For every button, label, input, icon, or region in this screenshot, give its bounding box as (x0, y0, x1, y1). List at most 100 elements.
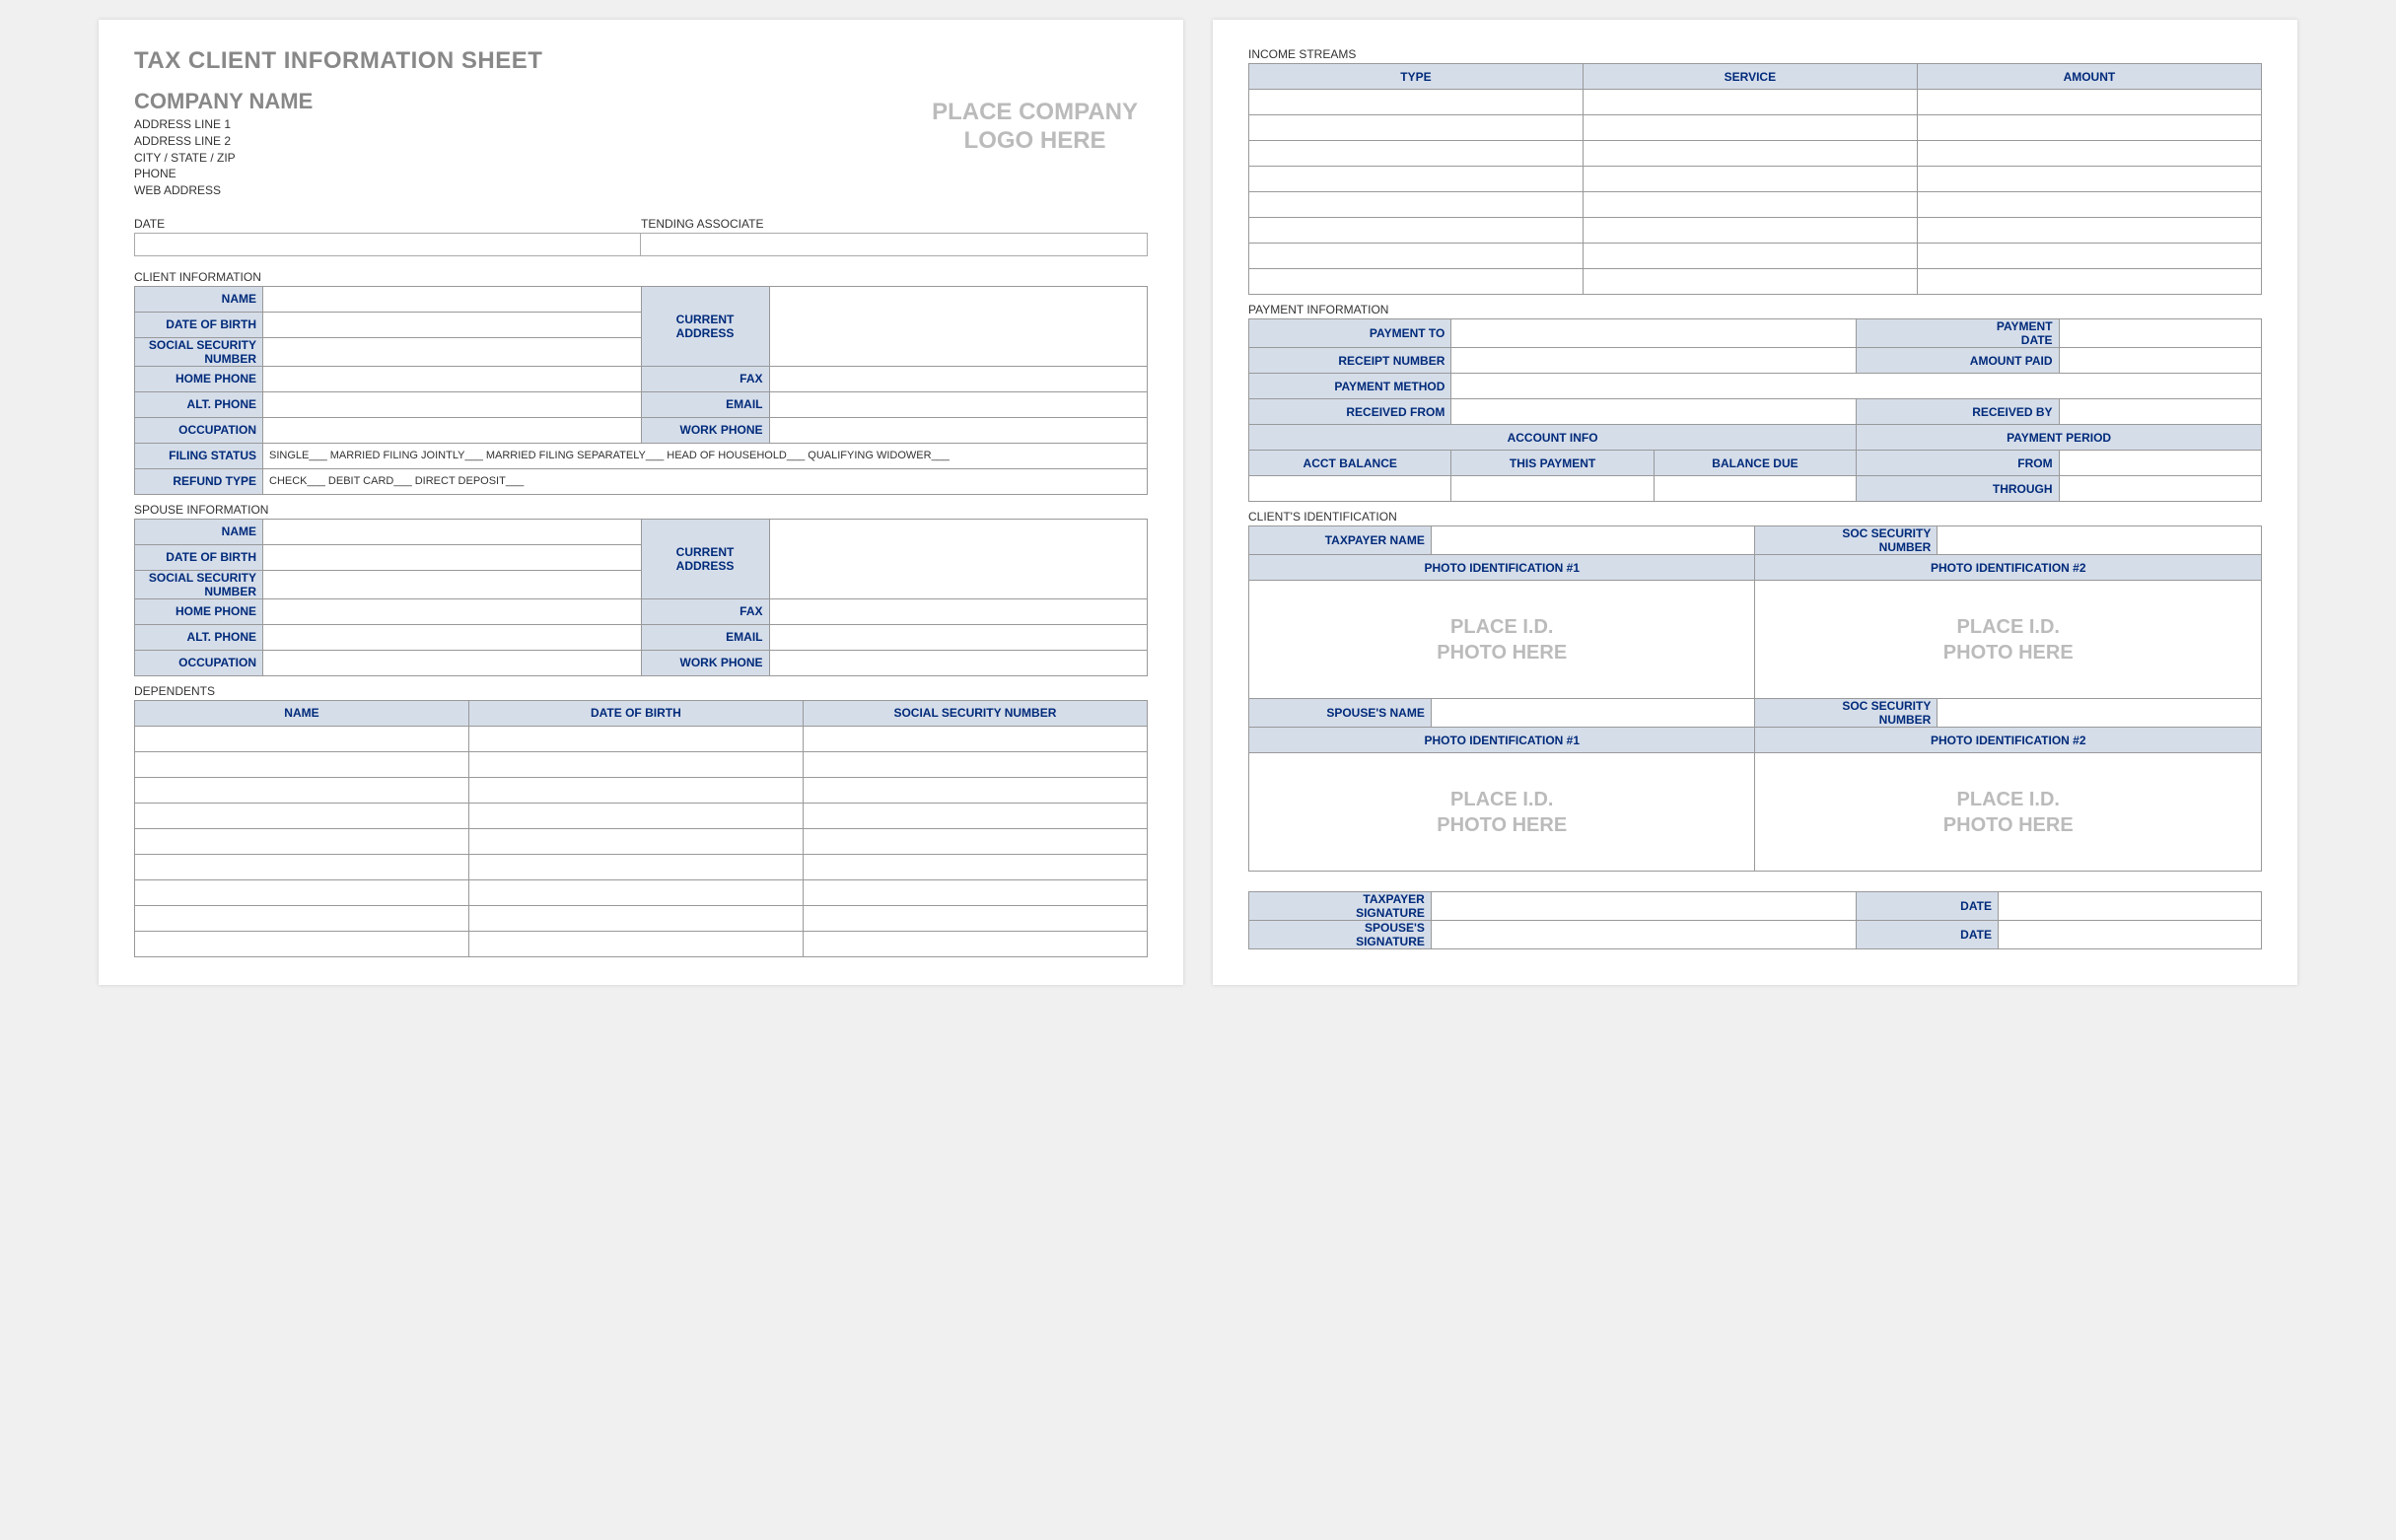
balance-due-input[interactable] (1654, 476, 1856, 502)
income-amount-input[interactable] (1917, 90, 2261, 115)
tending-associate-input[interactable] (641, 233, 1148, 256)
dep-dob-input[interactable] (468, 777, 803, 803)
alt-phone-input[interactable] (263, 391, 642, 417)
spouse-work-phone-input[interactable] (769, 650, 1148, 675)
spouse-soc-security-number-input[interactable] (1938, 699, 2262, 728)
dep-name-input[interactable] (135, 879, 469, 905)
dep-name-input[interactable] (135, 931, 469, 956)
income-amount-input[interactable] (1917, 141, 2261, 167)
spouse-current-address-input[interactable] (769, 519, 1148, 598)
income-type-input[interactable] (1249, 167, 1584, 192)
dep-name-input[interactable] (135, 828, 469, 854)
spouse-dob-input[interactable] (263, 544, 642, 570)
income-service-input[interactable] (1583, 167, 1917, 192)
home-phone-input[interactable] (263, 366, 642, 391)
payment-to-input[interactable] (1451, 319, 1857, 348)
dep-dob-input[interactable] (468, 879, 803, 905)
from-input[interactable] (2059, 451, 2261, 476)
spouse-name-input[interactable] (263, 519, 642, 544)
income-amount-input[interactable] (1917, 192, 2261, 218)
dep-ssn-input[interactable] (803, 777, 1147, 803)
refund-type-options[interactable]: CHECK___ DEBIT CARD___ DIRECT DEPOSIT___ (263, 468, 1148, 494)
dep-dob-input[interactable] (468, 931, 803, 956)
spouses-signature-input[interactable] (1431, 921, 1856, 949)
received-from-input[interactable] (1451, 399, 1857, 425)
dep-ssn-input[interactable] (803, 854, 1147, 879)
work-phone-input[interactable] (769, 417, 1148, 443)
spouse-fax-input[interactable] (769, 598, 1148, 624)
income-type-input[interactable] (1249, 192, 1584, 218)
income-service-input[interactable] (1583, 141, 1917, 167)
dep-dob-input[interactable] (468, 905, 803, 931)
spouse-photo-1-placeholder[interactable]: PLACE I.D. PHOTO HERE (1249, 753, 1755, 872)
dep-ssn-input[interactable] (803, 905, 1147, 931)
dep-name-input[interactable] (135, 803, 469, 828)
dep-ssn-input[interactable] (803, 879, 1147, 905)
this-payment-input[interactable] (1451, 476, 1654, 502)
dep-name-input[interactable] (135, 777, 469, 803)
dep-ssn-input[interactable] (803, 828, 1147, 854)
spouse-sig-date-input[interactable] (1998, 921, 2261, 949)
taxpayer-photo-2-placeholder[interactable]: PLACE I.D. PHOTO HERE (1755, 581, 2262, 699)
spouse-ssn-input[interactable] (263, 570, 642, 598)
dep-dob-input[interactable] (468, 828, 803, 854)
dep-ssn-input[interactable] (803, 931, 1147, 956)
spouse-occupation-input[interactable] (263, 650, 642, 675)
current-address-input[interactable] (769, 286, 1148, 366)
dep-ssn-input[interactable] (803, 726, 1147, 751)
income-type-input[interactable] (1249, 115, 1584, 141)
taxpayer-name-input[interactable] (1431, 526, 1755, 555)
spouse-home-phone-input[interactable] (263, 598, 642, 624)
income-type-input[interactable] (1249, 244, 1584, 269)
dep-name-input[interactable] (135, 854, 469, 879)
income-type-input[interactable] (1249, 269, 1584, 295)
amount-paid-input[interactable] (2059, 348, 2261, 374)
date-input[interactable] (134, 233, 641, 256)
income-amount-input[interactable] (1917, 269, 2261, 295)
income-amount-input[interactable] (1917, 244, 2261, 269)
income-service-input[interactable] (1583, 115, 1917, 141)
income-service-input[interactable] (1583, 244, 1917, 269)
dep-name-input[interactable] (135, 751, 469, 777)
dep-ssn-input[interactable] (803, 803, 1147, 828)
income-amount-input[interactable] (1917, 115, 2261, 141)
dob-input[interactable] (263, 312, 642, 337)
soc-security-number-input[interactable] (1938, 526, 2262, 555)
income-type-input[interactable] (1249, 218, 1584, 244)
spouses-name-input[interactable] (1431, 699, 1755, 728)
acct-balance-input[interactable] (1249, 476, 1451, 502)
occupation-input[interactable] (263, 417, 642, 443)
income-service-input[interactable] (1583, 269, 1917, 295)
spouse-email-input[interactable] (769, 624, 1148, 650)
name-input[interactable] (263, 286, 642, 312)
taxpayer-photo-1-placeholder[interactable]: PLACE I.D. PHOTO HERE (1249, 581, 1755, 699)
through-input[interactable] (2059, 476, 2261, 502)
dep-dob-input[interactable] (468, 751, 803, 777)
income-amount-input[interactable] (1917, 167, 2261, 192)
dep-ssn-input[interactable] (803, 751, 1147, 777)
spouse-photo-2-placeholder[interactable]: PLACE I.D. PHOTO HERE (1755, 753, 2262, 872)
tending-associate-label: TENDING ASSOCIATE (641, 217, 1148, 233)
fax-input[interactable] (769, 366, 1148, 391)
income-service-input[interactable] (1583, 218, 1917, 244)
payment-method-input[interactable] (1451, 374, 2262, 399)
taxpayer-signature-input[interactable] (1431, 892, 1856, 921)
dep-dob-input[interactable] (468, 854, 803, 879)
dep-name-input[interactable] (135, 905, 469, 931)
dep-dob-input[interactable] (468, 726, 803, 751)
received-by-input[interactable] (2059, 399, 2261, 425)
spouse-alt-phone-input[interactable] (263, 624, 642, 650)
income-service-input[interactable] (1583, 192, 1917, 218)
email-input[interactable] (769, 391, 1148, 417)
filing-status-options[interactable]: SINGLE___ MARRIED FILING JOINTLY___ MARR… (263, 443, 1148, 468)
income-service-input[interactable] (1583, 90, 1917, 115)
income-amount-input[interactable] (1917, 218, 2261, 244)
payment-date-input[interactable] (2059, 319, 2261, 348)
receipt-number-input[interactable] (1451, 348, 1857, 374)
dep-name-input[interactable] (135, 726, 469, 751)
income-type-input[interactable] (1249, 141, 1584, 167)
ssn-input[interactable] (263, 337, 642, 366)
taxpayer-sig-date-input[interactable] (1998, 892, 2261, 921)
dep-dob-input[interactable] (468, 803, 803, 828)
income-type-input[interactable] (1249, 90, 1584, 115)
